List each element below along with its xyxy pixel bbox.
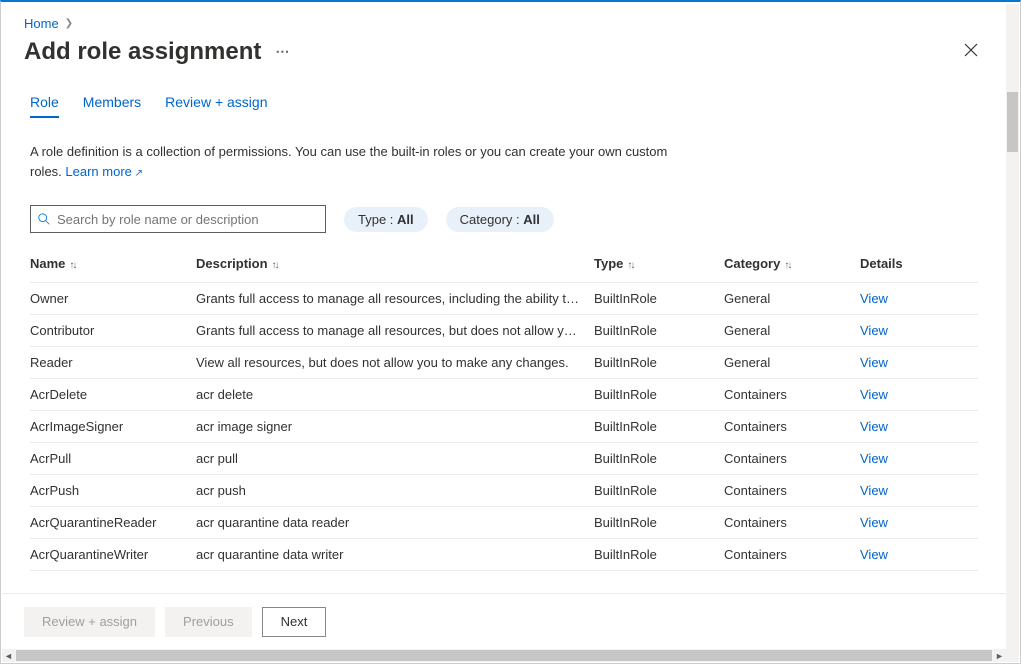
- cell-type: BuiltInRole: [594, 451, 724, 466]
- scroll-right-arrow-icon[interactable]: ►: [993, 649, 1006, 662]
- view-link[interactable]: View: [860, 355, 888, 370]
- table-row[interactable]: AcrPullacr pullBuiltInRoleContainersView: [30, 443, 978, 475]
- table-header: Name↑↓ Description↑↓ Type↑↓ Category↑↓ D…: [30, 245, 978, 283]
- footer-bar: Review + assign Previous Next: [2, 593, 1006, 649]
- col-header-type[interactable]: Type↑↓: [594, 256, 724, 271]
- col-header-details: Details: [860, 256, 920, 271]
- cell-category: Containers: [724, 387, 860, 402]
- view-link[interactable]: View: [860, 419, 888, 434]
- cell-name: AcrDelete: [30, 387, 196, 402]
- table-row[interactable]: ContributorGrants full access to manage …: [30, 315, 978, 347]
- cell-description: acr quarantine data writer: [196, 547, 594, 562]
- search-icon: [37, 212, 51, 226]
- cell-type: BuiltInRole: [594, 547, 724, 562]
- cell-category: Containers: [724, 419, 860, 434]
- sort-icon: ↑↓: [69, 260, 75, 271]
- cell-description: acr delete: [196, 387, 594, 402]
- cell-name: AcrQuarantineWriter: [30, 547, 196, 562]
- tab-members[interactable]: Members: [83, 94, 141, 118]
- next-button[interactable]: Next: [262, 607, 327, 637]
- cell-name: AcrImageSigner: [30, 419, 196, 434]
- tabs: Role Members Review + assign: [2, 70, 1006, 118]
- cell-name: Owner: [30, 291, 196, 306]
- cell-name: Reader: [30, 355, 196, 370]
- view-link[interactable]: View: [860, 291, 888, 306]
- sort-icon: ↑↓: [627, 260, 633, 271]
- vertical-scrollbar[interactable]: [1006, 4, 1019, 649]
- view-link[interactable]: View: [860, 483, 888, 498]
- chevron-right-icon: ❯: [65, 18, 73, 29]
- cell-description: acr image signer: [196, 419, 594, 434]
- cell-type: BuiltInRole: [594, 515, 724, 530]
- cell-description: Grants full access to manage all resourc…: [196, 291, 594, 306]
- view-link[interactable]: View: [860, 323, 888, 338]
- cell-type: BuiltInRole: [594, 419, 724, 434]
- cell-type: BuiltInRole: [594, 323, 724, 338]
- view-link[interactable]: View: [860, 387, 888, 402]
- horizontal-scrollbar[interactable]: ◄ ►: [2, 649, 1006, 662]
- table-row[interactable]: AcrQuarantineWriteracr quarantine data w…: [30, 539, 978, 571]
- cell-category: Containers: [724, 451, 860, 466]
- cell-type: BuiltInRole: [594, 355, 724, 370]
- cell-name: AcrPull: [30, 451, 196, 466]
- external-link-icon: ↗: [132, 168, 143, 179]
- view-link[interactable]: View: [860, 547, 888, 562]
- cell-category: General: [724, 355, 860, 370]
- sort-icon: ↑↓: [784, 260, 790, 271]
- search-input[interactable]: [57, 212, 319, 227]
- close-icon: [964, 43, 978, 57]
- cell-type: BuiltInRole: [594, 387, 724, 402]
- more-actions-icon[interactable]: ⋯: [275, 43, 290, 60]
- cell-description: View all resources, but does not allow y…: [196, 355, 594, 370]
- table-row[interactable]: ReaderView all resources, but does not a…: [30, 347, 978, 379]
- scrollbar-thumb[interactable]: [1007, 92, 1018, 152]
- table-row[interactable]: AcrPushacr pushBuiltInRoleContainersView: [30, 475, 978, 507]
- filter-type-pill[interactable]: Type : All: [344, 207, 428, 232]
- cell-description: Grants full access to manage all resourc…: [196, 323, 594, 338]
- cell-category: Containers: [724, 547, 860, 562]
- learn-more-link[interactable]: Learn more ↗: [65, 164, 143, 179]
- table-row[interactable]: AcrImageSigneracr image signerBuiltInRol…: [30, 411, 978, 443]
- review-assign-button: Review + assign: [24, 607, 155, 637]
- view-link[interactable]: View: [860, 451, 888, 466]
- sort-icon: ↑↓: [272, 260, 278, 271]
- search-input-container[interactable]: [30, 205, 326, 233]
- cell-category: Containers: [724, 515, 860, 530]
- scroll-left-arrow-icon[interactable]: ◄: [2, 649, 15, 662]
- breadcrumb: Home ❯: [2, 4, 1006, 37]
- col-header-description[interactable]: Description↑↓: [196, 256, 594, 271]
- filter-category-pill[interactable]: Category : All: [446, 207, 554, 232]
- close-button[interactable]: [958, 37, 984, 66]
- tab-review-assign[interactable]: Review + assign: [165, 94, 267, 118]
- scrollbar-thumb[interactable]: [16, 650, 992, 661]
- cell-description: acr pull: [196, 451, 594, 466]
- cell-type: BuiltInRole: [594, 291, 724, 306]
- col-header-name[interactable]: Name↑↓: [30, 256, 196, 271]
- previous-button: Previous: [165, 607, 252, 637]
- cell-name: Contributor: [30, 323, 196, 338]
- cell-description: acr quarantine data reader: [196, 515, 594, 530]
- cell-category: General: [724, 291, 860, 306]
- roles-table: Name↑↓ Description↑↓ Type↑↓ Category↑↓ D…: [2, 233, 1006, 571]
- description-text: A role definition is a collection of per…: [2, 118, 702, 181]
- table-row[interactable]: OwnerGrants full access to manage all re…: [30, 283, 978, 315]
- table-row[interactable]: AcrQuarantineReaderacr quarantine data r…: [30, 507, 978, 539]
- tab-role[interactable]: Role: [30, 94, 59, 118]
- cell-name: AcrPush: [30, 483, 196, 498]
- cell-name: AcrQuarantineReader: [30, 515, 196, 530]
- cell-type: BuiltInRole: [594, 483, 724, 498]
- col-header-category[interactable]: Category↑↓: [724, 256, 860, 271]
- breadcrumb-home-link[interactable]: Home: [24, 16, 59, 31]
- cell-category: General: [724, 323, 860, 338]
- cell-category: Containers: [724, 483, 860, 498]
- page-title: Add role assignment ⋯: [24, 38, 290, 66]
- view-link[interactable]: View: [860, 515, 888, 530]
- table-row[interactable]: AcrDeleteacr deleteBuiltInRoleContainers…: [30, 379, 978, 411]
- scrollbar-corner: [1006, 649, 1019, 662]
- cell-description: acr push: [196, 483, 594, 498]
